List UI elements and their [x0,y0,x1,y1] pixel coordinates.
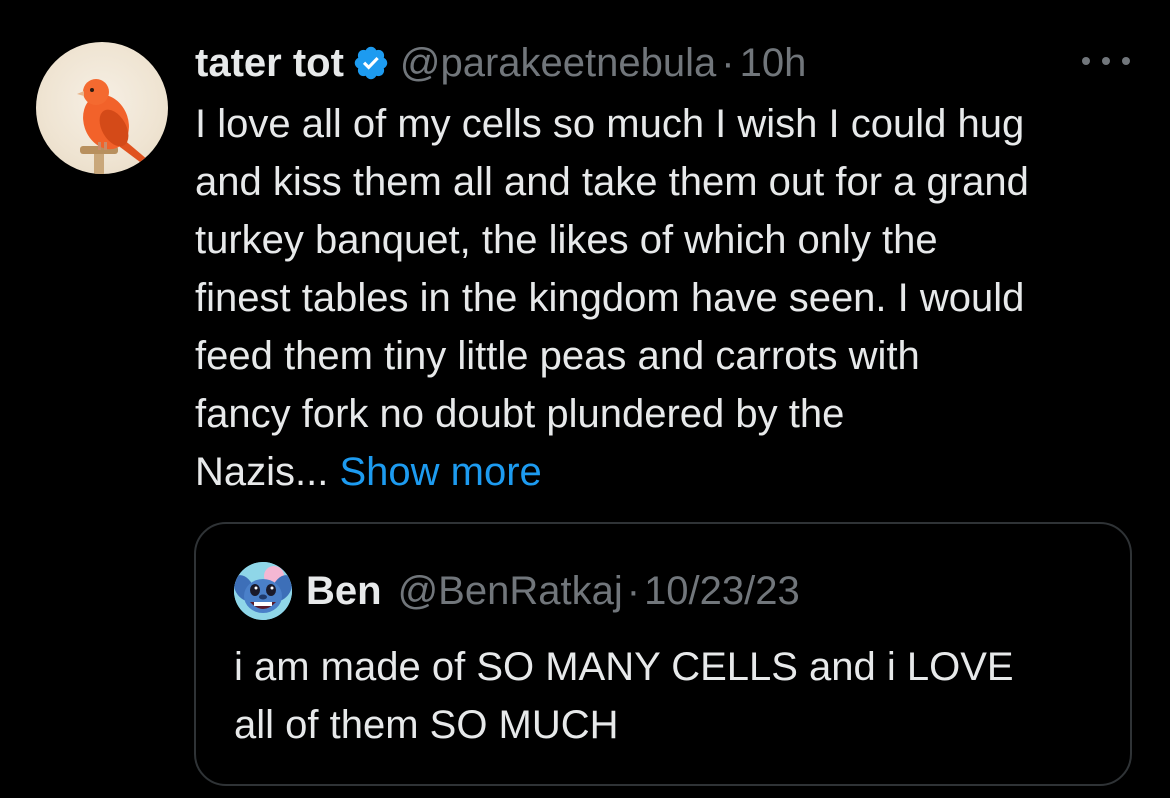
author-avatar[interactable] [36,42,168,174]
author-handle[interactable]: @parakeetnebula [400,38,716,88]
verified-badge-icon[interactable] [352,44,390,82]
quoted-author-avatar[interactable] [234,562,292,620]
show-more-link[interactable]: Show more [339,450,541,494]
tweet-text: I love all of my cells so much I wish I … [195,95,1155,501]
quoted-tweet-text: i am made of SO MANY CELLS and i LOVE al… [234,645,1014,747]
separator-dot: · [721,41,735,85]
tweet[interactable]: tater tot @parakeetnebula · 10h I love a… [0,0,1170,798]
quoted-separator-dot: · [626,569,641,613]
tweet-timestamp[interactable]: 10h [740,38,807,88]
quoted-tweet[interactable]: Ben @BenRatkaj · 10/23/23 i am made of S… [194,522,1132,786]
quoted-author-display-name[interactable]: Ben [306,566,382,616]
quoted-tweet-date: 10/23/23 [644,569,800,613]
author-display-name[interactable]: tater tot [195,38,344,88]
stitch-avatar-icon [234,562,292,620]
tweet-text-content: I love all of my cells so much I wish I … [195,102,1029,494]
tweet-header: tater tot @parakeetnebula · 10h [195,38,806,88]
quoted-author-handle[interactable]: @BenRatkaj [398,566,623,616]
red-canary-avatar-icon [77,79,148,174]
quoted-tweet-header: Ben @BenRatkaj · 10/23/23 [306,566,800,616]
more-horizontal-icon[interactable] [1082,46,1130,76]
